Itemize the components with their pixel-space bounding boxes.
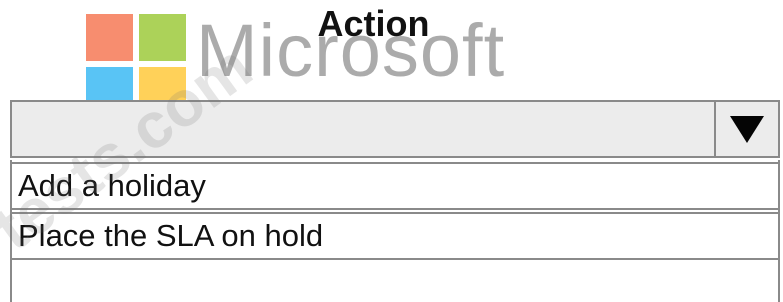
dropdown-option-place-sla-on-hold[interactable]: Place the SLA on hold <box>12 212 778 260</box>
dropdown-arrow-button[interactable] <box>714 102 778 156</box>
action-dropdown[interactable] <box>10 100 780 158</box>
dropdown-options-list: Add a holiday Place the SLA on hold <box>10 160 780 302</box>
column-title-text: Action <box>317 3 430 44</box>
column-title: Action <box>0 6 783 42</box>
header-area: Microsoft Action <box>0 0 783 114</box>
dropdown-option-add-holiday[interactable]: Add a holiday <box>12 162 778 210</box>
triangle-down-icon <box>730 115 764 143</box>
